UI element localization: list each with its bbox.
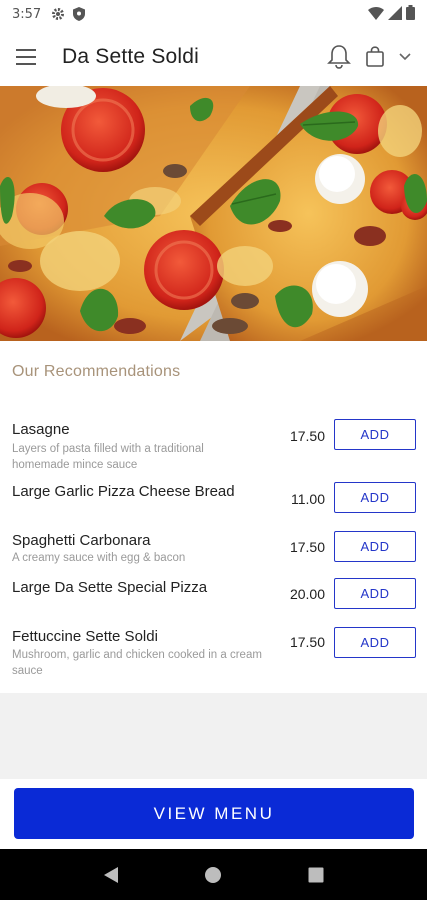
item-price: 11.00 — [291, 491, 325, 507]
status-time: 3:57 — [12, 6, 42, 22]
hamburger-menu-icon[interactable] — [16, 43, 44, 71]
empty-area — [0, 693, 427, 779]
item-price: 17.50 — [289, 428, 325, 444]
add-button[interactable]: ADD — [334, 578, 416, 609]
app-bar: Da Sette Soldi — [0, 28, 427, 86]
item-name: Lasagne — [12, 421, 70, 438]
add-button[interactable]: ADD — [334, 482, 416, 513]
section-title: Our Recommendations — [12, 363, 181, 380]
chevron-down-icon[interactable] — [399, 53, 411, 61]
item-description: A creamy sauce with egg & bacon — [12, 552, 186, 564]
gear-icon — [51, 7, 65, 21]
signal-icon — [388, 5, 402, 23]
back-icon[interactable] — [103, 866, 119, 884]
bell-icon[interactable] — [327, 44, 351, 70]
view-menu-button[interactable]: VIEW MENU — [14, 788, 414, 839]
shield-icon — [73, 7, 86, 21]
item-price: 17.50 — [289, 539, 325, 555]
item-name: Large Garlic Pizza Cheese Bread — [12, 483, 235, 500]
item-description: Mushroom, garlic and chicken cooked in a… — [12, 649, 262, 677]
recents-icon[interactable] — [308, 867, 324, 883]
item-name: Spaghetti Carbonara — [12, 532, 151, 549]
page-title: Da Sette Soldi — [62, 45, 200, 68]
item-description: Layers of pasta filled with a traditiona… — [12, 443, 204, 471]
footer: VIEW MENU — [0, 779, 427, 849]
add-button[interactable]: ADD — [334, 531, 416, 562]
add-button[interactable]: ADD — [334, 627, 416, 658]
add-button[interactable]: ADD — [334, 419, 416, 450]
home-icon[interactable] — [204, 866, 222, 884]
status-bar: 3:57 — [0, 0, 427, 28]
shopping-bag-icon[interactable] — [365, 46, 385, 68]
item-name: Large Da Sette Special Pizza — [12, 579, 208, 596]
item-price: 17.50 — [289, 634, 325, 650]
system-nav-bar — [0, 849, 427, 900]
item-price: 20.00 — [289, 586, 325, 602]
battery-icon — [406, 5, 415, 23]
item-name: Fettuccine Sette Soldi — [12, 628, 158, 645]
wifi-icon — [368, 6, 384, 23]
hero-pizza-image — [0, 86, 427, 341]
recommendations-section: Our Recommendations Lasagne Layers of pa… — [0, 341, 427, 693]
